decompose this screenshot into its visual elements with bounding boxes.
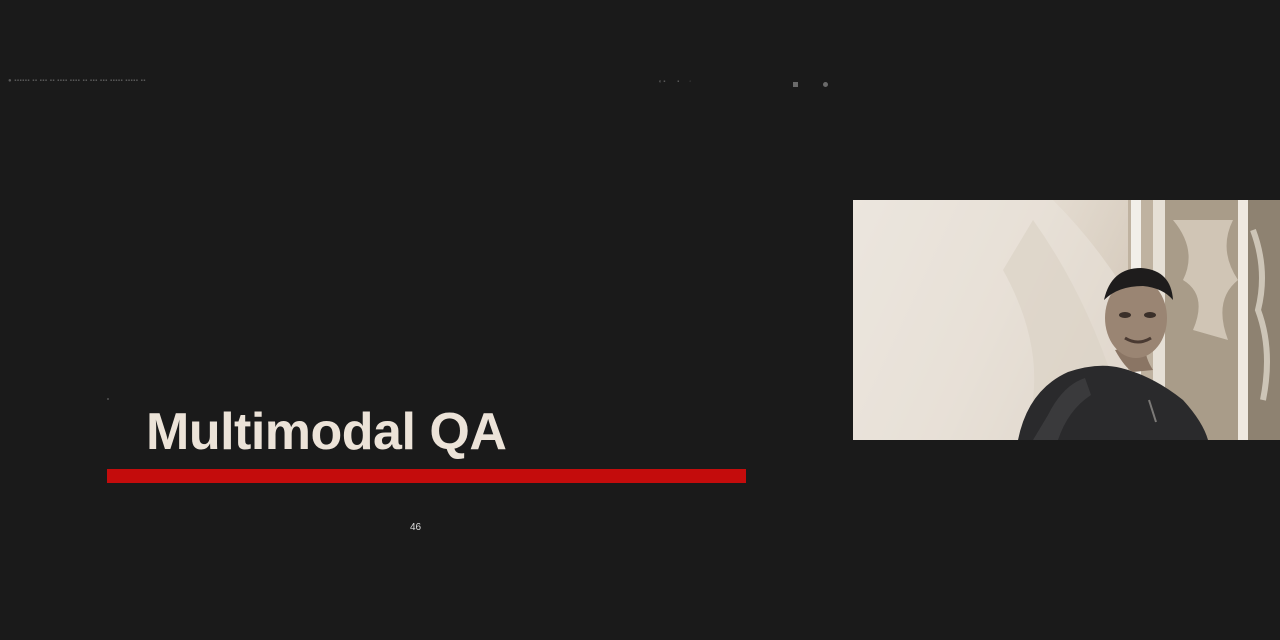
toolbar-left-faint: ● ▪▪▪▪▪▪ ▪▪ ▪▪▪ ▪▪ ▪▪▪▪ ▪▪▪▪ ▪▪ ▪▪▪ ▪▪▪ …	[8, 78, 146, 84]
slide-corner-mark	[107, 398, 109, 400]
slide-title: Multimodal QA	[146, 403, 507, 461]
slide-page-number: 46	[410, 522, 422, 533]
record-icon[interactable]	[823, 82, 828, 87]
webcam-scene	[853, 200, 1280, 440]
toolbar-right-faint: ◖ ▪ ▪ ◦	[658, 79, 692, 85]
stop-icon[interactable]	[793, 82, 798, 87]
presentation-screen: ● ▪▪▪▪▪▪ ▪▪ ▪▪▪ ▪▪ ▪▪▪▪ ▪▪▪▪ ▪▪ ▪▪▪ ▪▪▪ …	[0, 0, 1280, 640]
presenter-webcam	[853, 200, 1280, 440]
title-underline-rule	[107, 469, 746, 483]
